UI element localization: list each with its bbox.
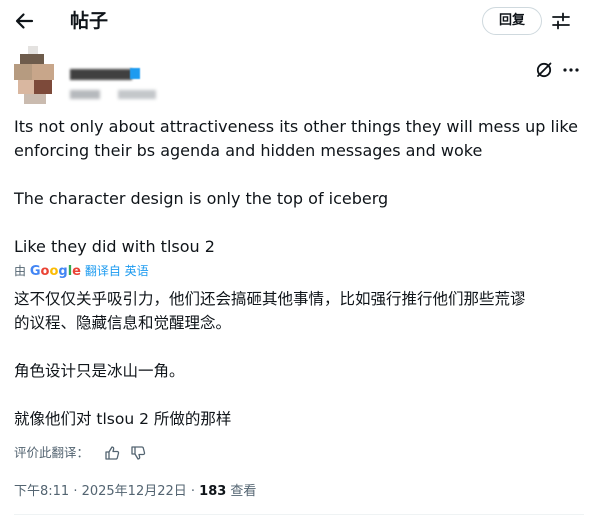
avatar[interactable] <box>14 46 56 104</box>
post-meta: 下午8:11 · 2025年12月22日 · 183 查看 <box>14 482 256 502</box>
views-label: 查看 <box>226 484 257 499</box>
post-text: Its not only about attractiveness its ot… <box>14 117 578 256</box>
translated-by-label: 由 <box>14 264 27 278</box>
grok-icon[interactable] <box>535 61 553 79</box>
page-title: 帖子 <box>70 10 109 32</box>
rate-translation-label: 评价此翻译： <box>14 445 90 460</box>
post-timestamp[interactable]: 下午8:11 · 2025年12月22日 · <box>14 484 199 499</box>
back-arrow-icon[interactable] <box>12 9 36 33</box>
author-handle[interactable] <box>70 90 100 99</box>
translation-credit: 由 Google 翻译自 英语 <box>14 262 149 280</box>
view-count: 183 <box>199 484 227 499</box>
translated-text: 这不仅仅关乎吸引力，他们还会搞砸其他事情，比如强行推行他们那些荒谬 的议程、隐藏… <box>14 290 526 428</box>
reply-button[interactable]: 回复 <box>482 7 542 35</box>
author-handle-extra <box>118 90 156 99</box>
more-icon[interactable] <box>561 60 581 80</box>
adjust-icon[interactable] <box>551 11 571 31</box>
thumbs-up-icon[interactable] <box>104 445 120 461</box>
google-logo: Google <box>29 264 81 279</box>
divider <box>14 514 584 515</box>
translation-source-link[interactable]: 翻译自 英语 <box>85 264 149 278</box>
verified-badge-icon <box>130 68 140 79</box>
author-name[interactable] <box>70 69 132 80</box>
thumbs-down-icon[interactable] <box>130 445 146 461</box>
top-bar: 帖子 回复 <box>0 0 592 42</box>
